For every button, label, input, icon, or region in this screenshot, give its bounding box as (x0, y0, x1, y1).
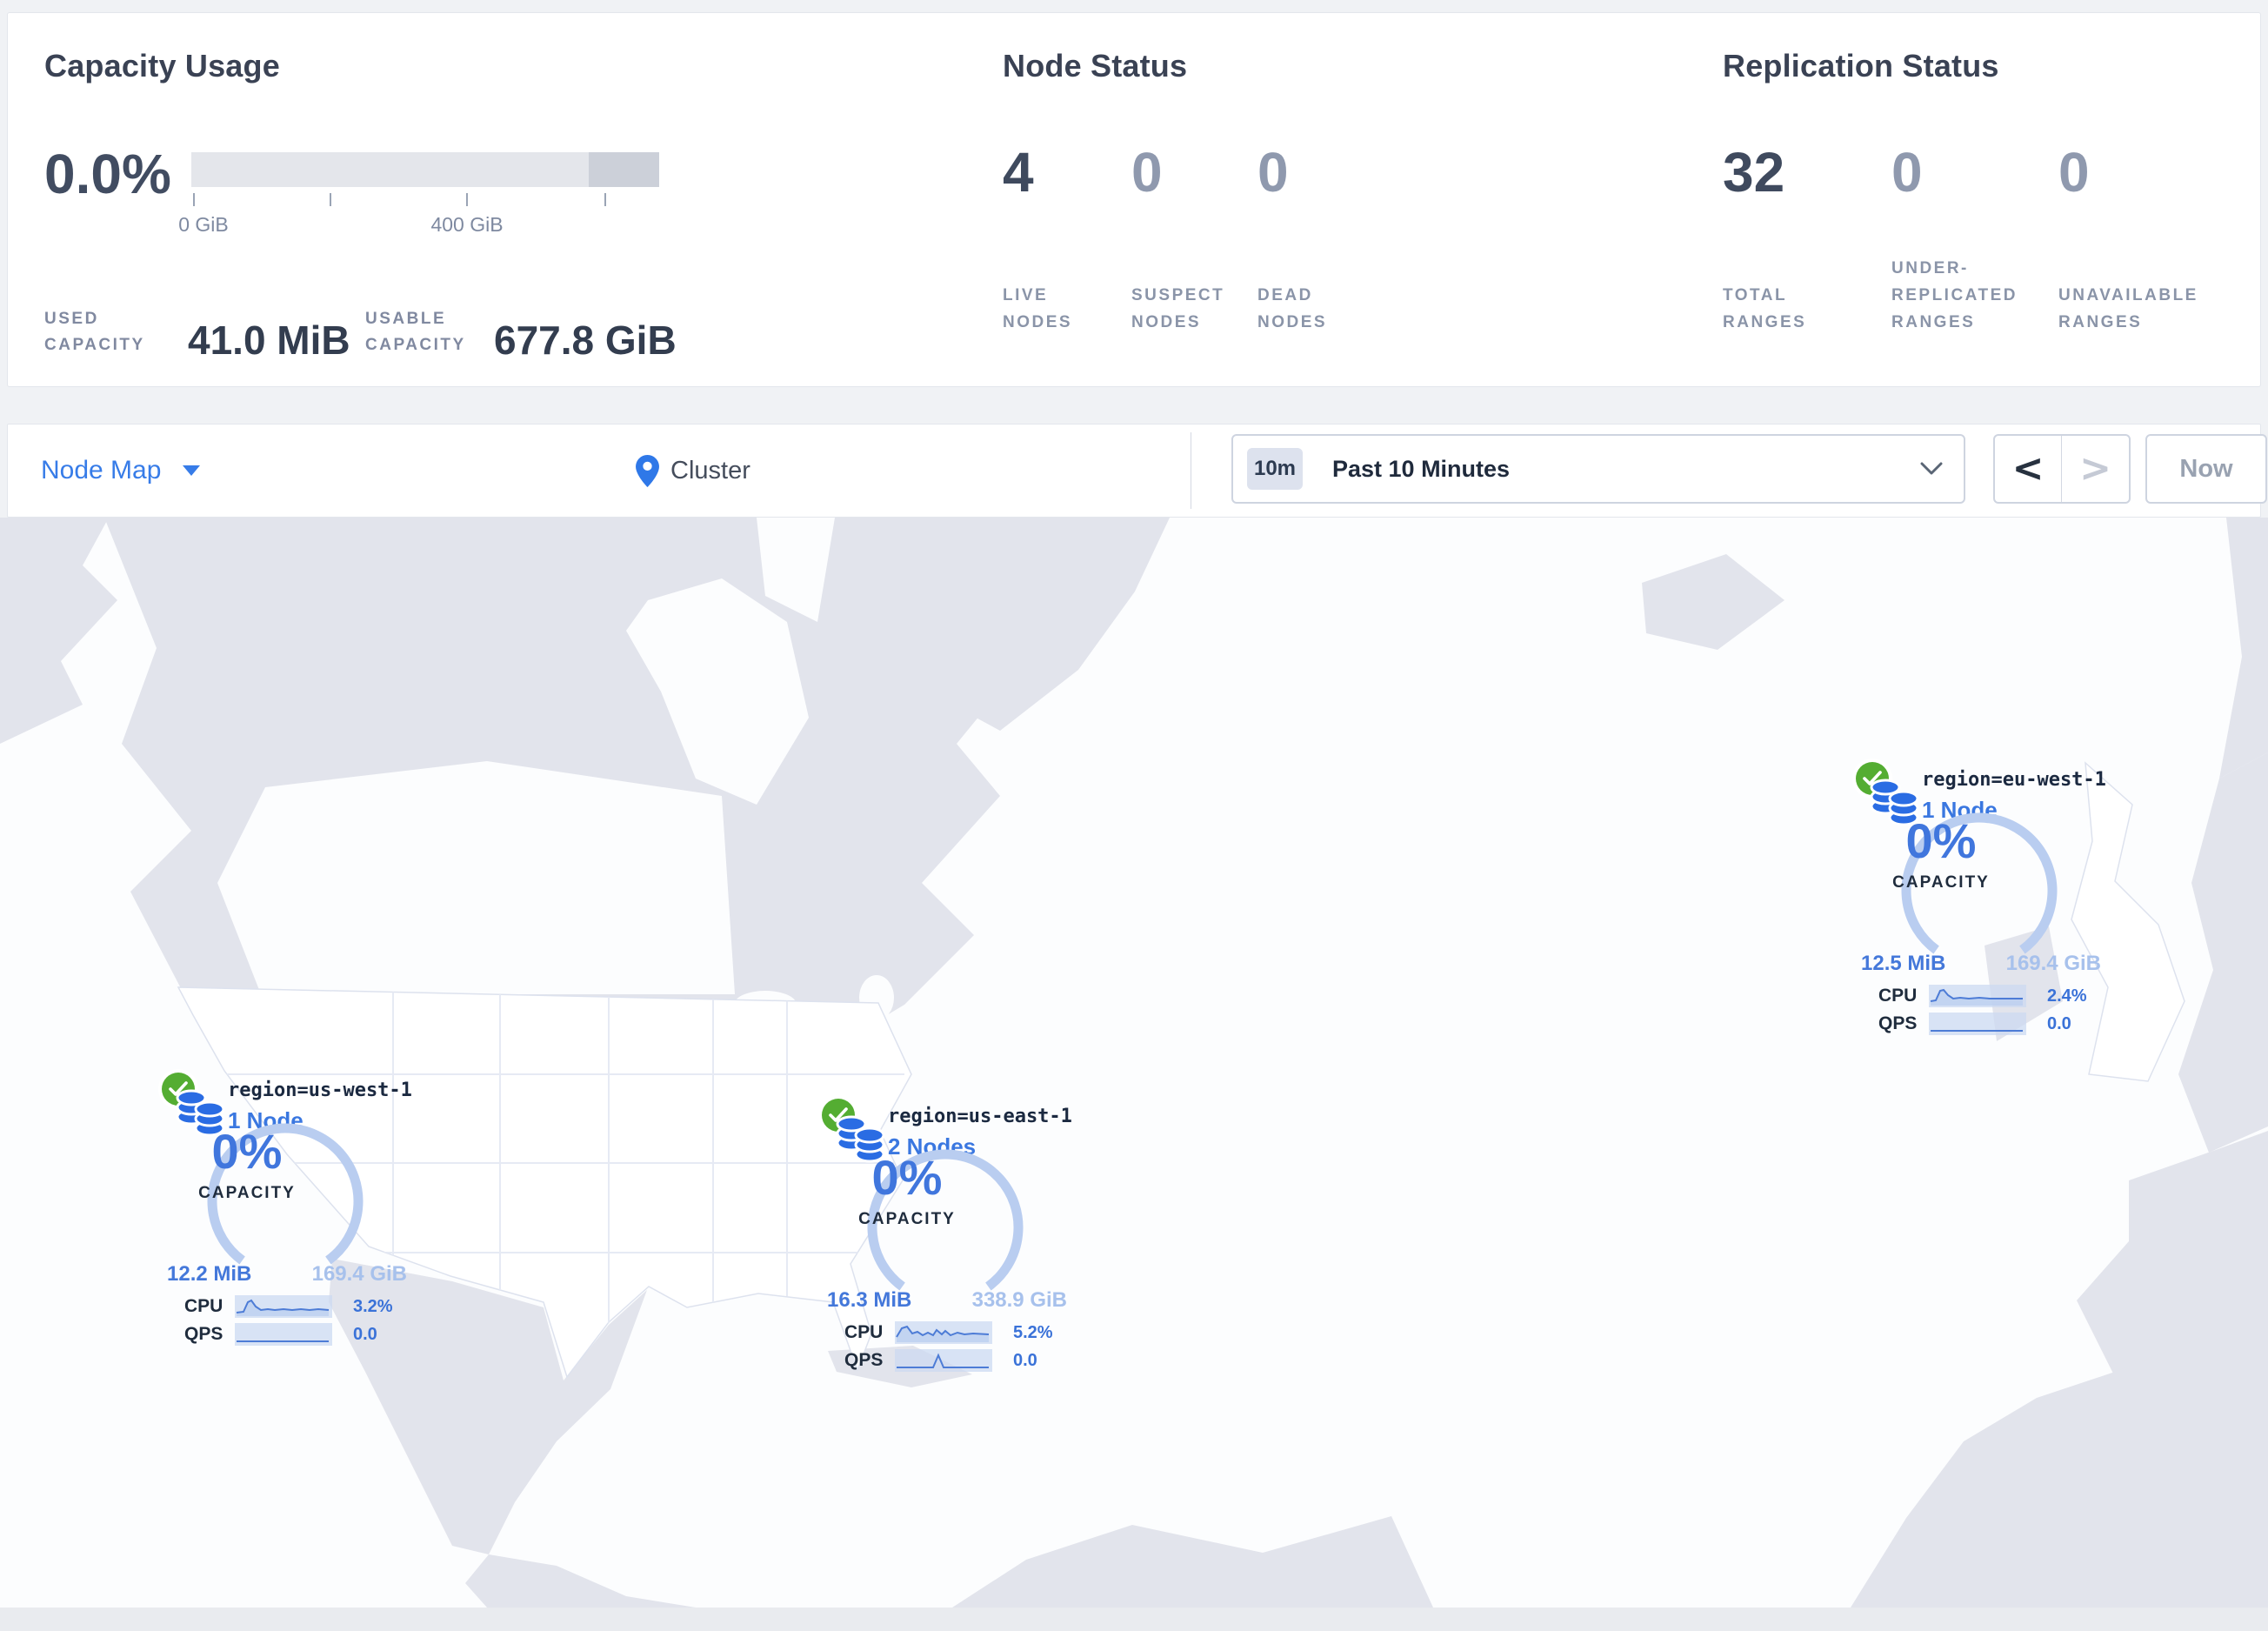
replication-status-panel: Replication Status 32 TOTAL RANGES 0 UND… (1709, 13, 2265, 386)
used-capacity-label: USED CAPACITY (44, 310, 145, 354)
cpu-label: CPU (844, 1322, 884, 1342)
axis-tick (604, 193, 606, 206)
region-total-capacity: 169.4 GiB (311, 1262, 407, 1286)
qps-value: 0.0 (1013, 1350, 1037, 1370)
previous-time-window-button[interactable]: < (1995, 436, 2062, 502)
region-name: region=us-west-1 (228, 1080, 412, 1101)
landmass (465, 1554, 696, 1608)
total-ranges-stat: 32 TOTAL RANGES (1723, 13, 1853, 386)
gauge-capacity-label: CAPACITY (858, 1210, 956, 1228)
stat-value: 0 (1257, 141, 1289, 204)
gauge-capacity-label: CAPACITY (198, 1184, 296, 1202)
region-marker-eu-west-1[interactable]: region=eu-west-1 1 Node 0% CAPACITY 12.5… (1849, 762, 2110, 1049)
next-time-window-button[interactable]: > (2062, 436, 2129, 502)
capacity-percent-value: 0.0% (44, 143, 171, 205)
world-map (0, 518, 2268, 1608)
cpu-label: CPU (1878, 986, 1918, 1006)
map-toolbar: Node Map Cluster 10m Past 10 Minutes < >… (7, 424, 2267, 518)
cpu-sparkline (1929, 985, 2026, 1007)
cpu-value: 5.2% (1013, 1322, 1053, 1342)
stat-value: 0 (1891, 141, 1923, 204)
gauge-capacity-label: CAPACITY (1892, 873, 1990, 892)
view-selector-dropdown[interactable]: Node Map (41, 424, 201, 517)
qps-value: 0.0 (2047, 1013, 2071, 1033)
time-range-label: Past 10 Minutes (1332, 455, 1511, 482)
qps-value: 0.0 (353, 1324, 377, 1344)
stat-value: 0 (1131, 141, 1163, 204)
footer-strip (0, 1608, 2268, 1631)
under-replicated-ranges-stat: 0 UNDER-REPLICATED RANGES (1891, 13, 2048, 386)
stat-label: UNDER-REPLICATED RANGES (1891, 259, 2018, 331)
qps-sparkline (235, 1323, 332, 1346)
gauge-percent: 0% (871, 1150, 943, 1205)
landmass (1642, 554, 1784, 650)
cpu-value: 2.4% (2047, 986, 2087, 1006)
map-pin-icon (636, 454, 659, 487)
stat-label: SUSPECT NODES (1131, 286, 1225, 331)
axis-tick (466, 193, 468, 206)
capacity-usage-title: Capacity Usage (44, 48, 280, 84)
qps-label: QPS (1878, 1013, 1918, 1033)
cpu-value: 3.2% (353, 1296, 393, 1316)
region-marker-us-east-1[interactable]: region=us-east-1 2 Nodes 0% CAPACITY 16.… (815, 1099, 1076, 1386)
stat-value: 32 (1723, 141, 1785, 204)
region-used-capacity: 16.3 MiB (827, 1288, 912, 1312)
view-selector-label: Node Map (41, 456, 162, 485)
gauge-percent: 0% (1905, 813, 1977, 868)
capacity-usage-panel: Capacity Usage 0.0% 0 GiB 400 GiB USED C… (43, 13, 964, 386)
capacity-bar-nonusable-segment (589, 152, 659, 187)
dead-nodes-stat: 0 DEAD NODES (1257, 13, 1379, 386)
used-capacity-value: 41.0 MiB (188, 318, 350, 363)
landmass (1851, 1328, 2268, 1608)
landmass (0, 518, 117, 744)
region-used-capacity: 12.5 MiB (1861, 952, 1946, 975)
time-window-pager: < > (1993, 434, 2131, 504)
axis-tick-label: 0 GiB (178, 213, 229, 236)
axis-tick (193, 193, 195, 206)
usable-capacity-value: 677.8 GiB (494, 318, 677, 363)
chevron-down-icon (183, 465, 201, 476)
stat-label: DEAD NODES (1257, 286, 1328, 331)
landmass (2178, 752, 2268, 1153)
region-marker-us-west-1[interactable]: region=us-west-1 1 Node 0% CAPACITY 12.2… (155, 1073, 416, 1360)
time-range-badge: 10m (1247, 448, 1303, 490)
cluster-summary-bar: Capacity Usage 0.0% 0 GiB 400 GiB USED C… (7, 12, 2261, 387)
landmass (2219, 518, 2268, 779)
cpu-label: CPU (184, 1296, 223, 1316)
cpu-sparkline (895, 1321, 992, 1344)
axis-tick-label: 400 GiB (430, 213, 504, 236)
stat-value: 0 (2058, 141, 2090, 204)
stat-label: LIVE NODES (1003, 286, 1073, 331)
node-map: region=us-west-1 1 Node 0% CAPACITY 12.2… (0, 518, 2268, 1608)
breadcrumb-cluster-label: Cluster (670, 456, 750, 485)
stat-value: 4 (1003, 141, 1034, 204)
chevron-down-icon (1920, 462, 1943, 475)
suspect-nodes-stat: 0 SUSPECT NODES (1131, 13, 1253, 386)
breadcrumb[interactable]: Cluster (636, 424, 750, 517)
now-button[interactable]: Now (2145, 434, 2267, 504)
region-used-capacity: 12.2 MiB (167, 1262, 252, 1286)
qps-sparkline (895, 1349, 992, 1372)
live-nodes-stat: 4 LIVE NODES (1003, 13, 1116, 386)
qps-label: QPS (184, 1324, 223, 1344)
prairie-gap (217, 761, 735, 994)
time-range-dropdown[interactable]: 10m Past 10 Minutes (1231, 434, 1965, 504)
region-name: region=eu-west-1 (1922, 769, 2106, 791)
region-name: region=us-east-1 (888, 1106, 1072, 1127)
unavailable-ranges-stat: 0 UNAVAILABLE RANGES (2058, 13, 2232, 386)
node-status-panel: Node Status 4 LIVE NODES 0 SUSPECT NODES… (996, 13, 1674, 386)
qps-sparkline (1929, 1013, 2026, 1035)
cpu-sparkline (235, 1295, 332, 1318)
region-total-capacity: 169.4 GiB (2005, 952, 2101, 975)
stat-label: UNAVAILABLE RANGES (2058, 286, 2198, 331)
qps-label: QPS (844, 1350, 884, 1370)
usable-capacity-label: USABLE CAPACITY (365, 310, 466, 354)
landmass (952, 1516, 1433, 1608)
capacity-usage-bar: 0 GiB 400 GiB (178, 152, 659, 248)
stat-label: TOTAL RANGES (1723, 286, 1807, 331)
region-total-capacity: 338.9 GiB (971, 1288, 1067, 1312)
axis-tick (330, 193, 331, 206)
gauge-percent: 0% (211, 1124, 283, 1179)
